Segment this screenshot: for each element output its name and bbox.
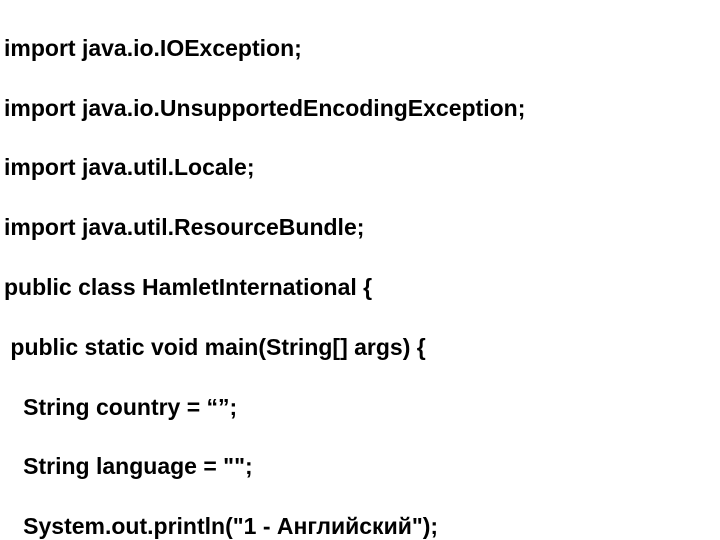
code-line: public class HamletInternational { bbox=[4, 273, 720, 303]
code-line: String country = “”; bbox=[4, 393, 720, 423]
code-line: import java.util.ResourceBundle; bbox=[4, 213, 720, 243]
code-line: import java.io.IOException; bbox=[4, 34, 720, 64]
code-block: import java.io.IOException; import java.… bbox=[0, 0, 720, 540]
code-line: String language = ""; bbox=[4, 452, 720, 482]
code-line: import java.util.Locale; bbox=[4, 153, 720, 183]
code-line: System.out.println("1 - Английский"); bbox=[4, 512, 720, 540]
code-line: import java.io.UnsupportedEncodingExcept… bbox=[4, 94, 720, 124]
code-line: public static void main(String[] args) { bbox=[4, 333, 720, 363]
